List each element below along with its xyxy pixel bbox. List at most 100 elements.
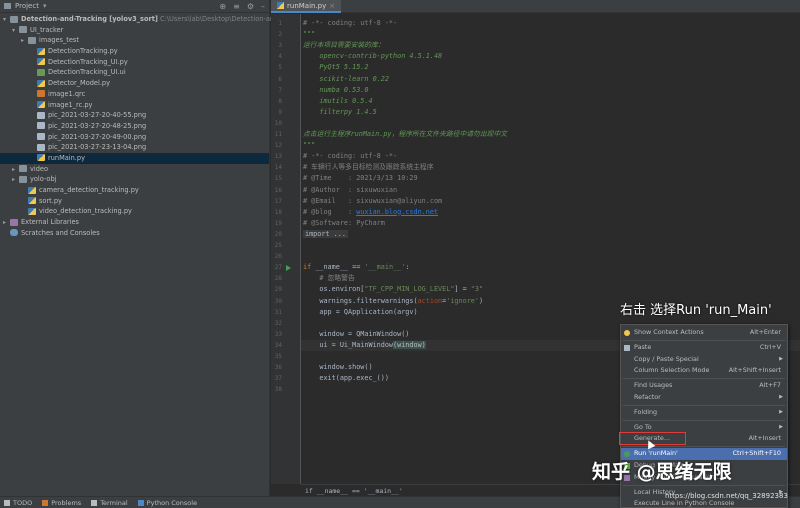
line-number: 33 <box>274 330 282 338</box>
tree-file[interactable]: image1.qrc <box>0 89 269 100</box>
tree-folder[interactable]: ▾ UI_tracker <box>0 25 269 36</box>
tree-file[interactable]: Detector_Model.py <box>0 78 269 89</box>
tool-window-terminal[interactable]: Terminal <box>91 499 128 507</box>
menu-item[interactable]: Paste Ctrl+V <box>621 342 787 354</box>
tree-item-label: video <box>30 164 49 173</box>
menu-item-label: Column Selection Mode <box>634 366 710 375</box>
tree-file[interactable]: video_detection_tracking.py <box>0 206 269 217</box>
tree-folder[interactable]: ▸ images_test <box>0 35 269 46</box>
tree-folder[interactable]: ▾ Detection-and-Tracking [yolov3_sort] C:… <box>0 14 293 25</box>
tool-window-problems[interactable]: Problems <box>42 499 81 507</box>
gear-icon[interactable]: ⚙ <box>247 2 254 11</box>
locate-icon[interactable]: ⊕ <box>219 2 226 11</box>
line-number: 3 <box>278 42 282 50</box>
dropdown-icon[interactable]: ▾ <box>43 2 47 10</box>
tree-file[interactable]: pic_2021-03-27-23-13-04.png <box>0 142 269 153</box>
tree-file[interactable]: Scratches and Consoles <box>0 228 269 239</box>
menu-item-shortcut: Alt+F7 <box>759 381 781 390</box>
code-line[interactable]: warnings.filterwarnings(action='ignore') <box>303 296 483 307</box>
tree-file[interactable]: DetectionTracking_UI.py <box>0 57 269 68</box>
tree-item-label: camera_detection_tracking.py <box>39 186 139 194</box>
code-line[interactable]: numba 0.53.0 <box>303 85 368 96</box>
tree-file[interactable]: runMain.py <box>0 152 269 164</box>
tree-file[interactable]: sort.py <box>0 196 269 207</box>
code-line[interactable]: imutils 0.5.4 <box>303 96 372 107</box>
code-line[interactable]: # @Software: PyCharm <box>303 218 385 229</box>
code-line[interactable]: # 忽略警告 <box>303 273 354 284</box>
code-line[interactable]: opencv-contrib-python 4.5.1.48 <box>303 51 442 62</box>
project-panel-header[interactable]: Project ▾ ⊕ ≡ ⚙ – <box>0 0 269 13</box>
code-line[interactable]: os.environ["TF_CPP_MIN_LOG_LEVEL"] = "3" <box>303 284 483 295</box>
close-icon[interactable]: × <box>329 2 335 10</box>
code-line[interactable]: app = QApplication(argv) <box>303 307 418 318</box>
code-line[interactable]: # -*- coding: utf-8 -*- <box>303 151 397 162</box>
tree-item-label: DetectionTracking.py <box>48 47 118 56</box>
minimize-icon[interactable]: – <box>261 2 265 11</box>
collapse-icon[interactable]: ≡ <box>233 2 240 11</box>
code-line[interactable]: scikit-learn 0.22 <box>303 74 389 85</box>
code-token: """ <box>303 141 316 150</box>
editor-tab-bar: runMain.py × <box>271 0 800 13</box>
menu-item-label: Run 'runMain' <box>634 449 678 458</box>
code-token: # -*- coding: utf-8 -*- <box>303 19 398 27</box>
tree-file[interactable]: pic_2021-03-27-20-40-55.png <box>0 110 269 121</box>
line-number: 20 <box>274 230 282 238</box>
code-line[interactable]: # @blog : wuxian.blog.csdn.net <box>303 207 438 218</box>
code-line[interactable]: window.show() <box>303 362 372 373</box>
menu-item[interactable]: Show Context Actions Alt+Enter <box>621 327 787 339</box>
run-gutter-icon[interactable] <box>286 265 291 272</box>
line-number: 37 <box>274 375 282 383</box>
menu-item-label: Execute Line in Python Console <box>634 499 735 508</box>
line-number: 18 <box>274 208 282 216</box>
code-line[interactable]: # @Email : sixuwuxian@aliyun.com <box>303 196 442 207</box>
line-number: 25 <box>274 242 282 249</box>
tree-file[interactable]: ▸ External Libraries <box>0 217 269 228</box>
tree-file[interactable]: DetectionTracking_UI.ui <box>0 67 269 78</box>
code-token: # 车辆行人等多目标检测及跟踪系统主程序 <box>303 163 434 172</box>
code-token: # -*- coding: utf-8 -*- <box>303 152 398 161</box>
tree-file[interactable]: pic_2021-03-27-20-48-25.png <box>0 121 269 132</box>
tree-file[interactable]: pic_2021-03-27-20-49-00.png <box>0 132 269 143</box>
line-number: 1 <box>278 20 282 27</box>
line-number: 29 <box>274 286 282 294</box>
code-line[interactable]: import ... <box>303 229 348 240</box>
code-line[interactable]: # @Time : 2021/3/13 10:29 <box>303 173 418 184</box>
code-line[interactable]: # 车辆行人等多目标检测及跟踪系统主程序 <box>303 162 434 173</box>
menu-item[interactable]: Refactor ▶ <box>621 392 787 404</box>
tree-file[interactable]: image1_rc.py <box>0 100 269 111</box>
code-token: # @Email : sixuwuxian@aliyun.com <box>303 196 443 205</box>
code-line[interactable]: # @Author : sixuwuxian <box>303 185 397 196</box>
code-line[interactable]: exit(app.exec_()) <box>303 373 389 384</box>
code-line[interactable]: # -*- coding: utf-8 -*- <box>303 18 397 29</box>
tree-folder[interactable]: ▸ video <box>0 164 269 175</box>
tab-runmain[interactable]: runMain.py × <box>271 0 342 13</box>
code-line[interactable]: PyQt5 5.15.2 <box>303 62 368 73</box>
code-line[interactable]: if __name__ == '__main__': <box>303 262 409 273</box>
menu-item-shortcut: Alt+Enter <box>749 328 781 336</box>
code-line[interactable]: """ <box>303 140 315 151</box>
code-line[interactable]: filterpy 1.4.5 <box>303 107 376 118</box>
line-number-gutter[interactable]: 1 2 3 4 5 6 7 8 9 10 11 12 13 14 15 16 17 18 19 20 25 26 27 28 2… <box>271 14 301 484</box>
project-panel-title: Project <box>15 2 39 10</box>
tree-file[interactable]: DetectionTracking.py <box>0 46 269 57</box>
menu-item[interactable]: Copy / Paste Special ▶ <box>621 354 787 366</box>
code-line[interactable]: window = QMainWindow() <box>303 329 409 340</box>
menu-item[interactable]: Find Usages Alt+F7 <box>621 380 787 392</box>
code-token: app = QApplication(argv) <box>303 307 418 316</box>
caption-overlay: 右击 选择Run 'run_Main' <box>620 303 772 318</box>
menu-item-label: Paste <box>634 342 652 351</box>
tree-file[interactable]: camera_detection_tracking.py <box>0 185 269 196</box>
menu-item[interactable]: Column Selection Mode Alt+Shift+Insert <box>621 365 787 377</box>
project-tree[interactable]: ▾ Detection-and-Tracking [yolov3_sort] C:… <box>0 14 293 239</box>
code-line[interactable]: ui = Ui_MainWindow(window) <box>303 340 426 351</box>
menu-item[interactable]: Folding ▶ <box>621 407 787 419</box>
tool-window-python-console[interactable]: Python Console <box>137 499 197 507</box>
code-line[interactable]: 点击运行主程序runMain.py，程序所在文件夹路径中请勿出现中文 <box>303 129 507 140</box>
tree-folder[interactable]: ▸ yolo-obj <box>0 174 269 185</box>
code-line[interactable]: 运行本项目需要安装的库： <box>303 40 385 51</box>
menu-item-shortcut: Ctrl+V <box>759 342 781 351</box>
tree-item-label: Detection-and-Tracking [yolov3_sort] <box>21 15 158 23</box>
code-line[interactable]: """ <box>303 29 315 40</box>
tool-window-todo[interactable]: TODO <box>4 499 32 507</box>
line-number: 34 <box>274 341 282 349</box>
